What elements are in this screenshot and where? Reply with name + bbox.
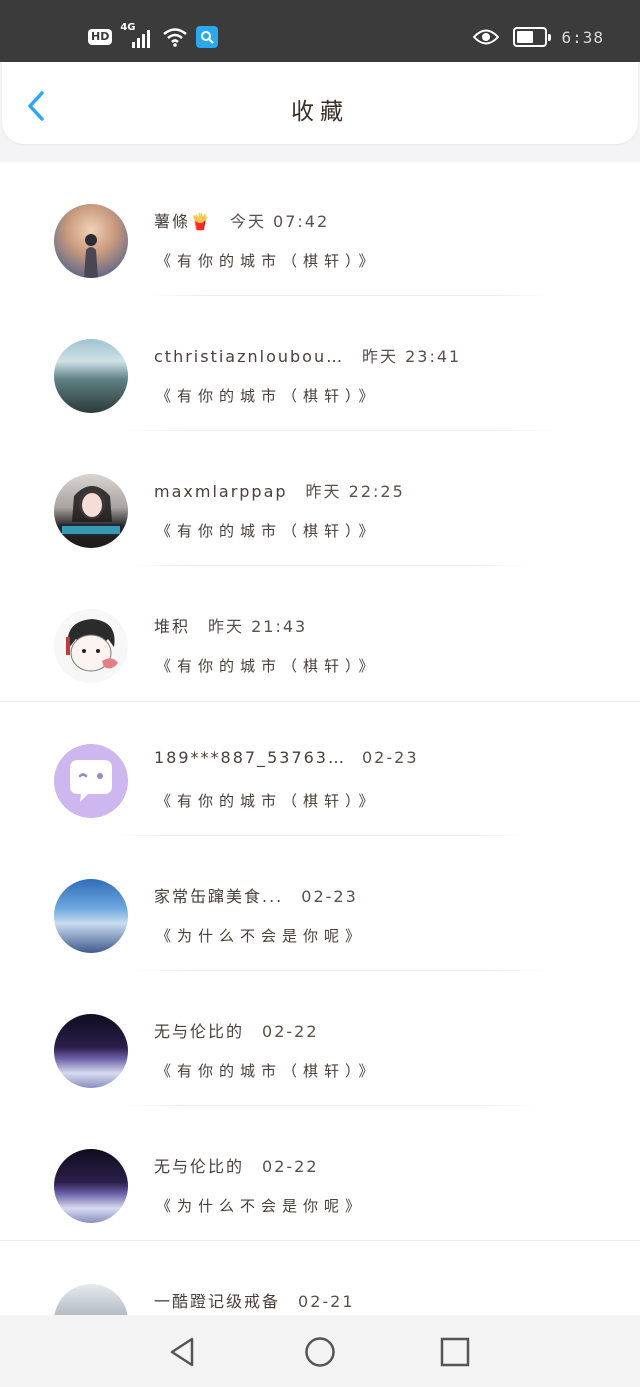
song-title[interactable]: 《为什么不会是你呢》 xyxy=(156,1195,366,1216)
avatar[interactable] xyxy=(54,609,128,683)
nav-recent-button[interactable] xyxy=(438,1335,472,1369)
timestamp: 昨天 21:43 xyxy=(208,617,308,636)
square-recent-icon xyxy=(440,1337,470,1367)
timestamp: 昨天 22:25 xyxy=(305,482,405,501)
favorites-list[interactable]: 薯條🍟 今天 07:42 《有你的城市（棋轩）》 cthristiaznloub… xyxy=(0,162,640,1315)
song-title[interactable]: 《有你的城市（棋轩）》 xyxy=(156,520,380,541)
divider xyxy=(120,430,560,431)
timestamp: 02-23 xyxy=(301,887,358,906)
battery-icon xyxy=(513,27,552,47)
user-name[interactable]: 家常缶蹿美食... xyxy=(154,883,283,907)
user-name[interactable]: 薯條🍟 xyxy=(154,208,212,232)
item-meta: cthristiaznlouboutin 昨天 23:41 xyxy=(154,343,461,367)
item-meta: 一酷蹬记级戒备 02-21 xyxy=(154,1288,355,1312)
avatar[interactable] xyxy=(54,474,128,548)
hd-badge: HD xyxy=(88,29,113,45)
timestamp: 02-23 xyxy=(362,748,419,767)
timestamp: 02-21 xyxy=(298,1292,355,1311)
timestamp: 今天 07:42 xyxy=(229,212,330,231)
system-nav-bar xyxy=(0,1315,640,1387)
status-right: 6:38 xyxy=(473,24,604,50)
list-item[interactable]: maxmlarppap 昨天 22:25 《有你的城市（棋轩）》 xyxy=(0,432,640,567)
divider xyxy=(150,295,550,296)
list-item[interactable]: cthristiaznlouboutin 昨天 23:41 《有你的城市（棋轩）… xyxy=(0,297,640,432)
section-divider xyxy=(0,1240,640,1241)
item-meta: 无与伦比的 02-22 xyxy=(154,1018,319,1042)
divider xyxy=(120,1105,540,1106)
eye-icon xyxy=(473,29,500,45)
user-name[interactable]: 无与伦比的 xyxy=(154,1153,244,1177)
song-title[interactable]: 《有你的城市（棋轩）》 xyxy=(156,385,380,406)
song-title[interactable]: 《有你的城市（棋轩）》 xyxy=(156,790,380,811)
avatar[interactable] xyxy=(54,1014,128,1088)
timestamp: 02-22 xyxy=(262,1157,319,1176)
avatar[interactable] xyxy=(54,339,128,413)
page-title: 收藏 xyxy=(291,99,349,125)
avatar[interactable] xyxy=(54,744,128,818)
nav-back-button[interactable] xyxy=(166,1335,200,1369)
item-meta: 家常缶蹿美食... 02-23 xyxy=(154,883,358,907)
list-item[interactable]: 薯條🍟 今天 07:42 《有你的城市（棋轩）》 xyxy=(0,162,640,297)
user-name[interactable]: maxmlarppap xyxy=(154,482,288,501)
item-meta: maxmlarppap 昨天 22:25 xyxy=(154,478,405,502)
item-meta: 189***887_53763... 02-23 xyxy=(154,748,419,767)
list-item[interactable]: 一酷蹬记级戒备 02-21 xyxy=(0,1242,640,1315)
wifi-icon xyxy=(163,28,188,47)
list-item[interactable]: 无与伦比的 02-22 《为什么不会是你呢》 xyxy=(0,1107,640,1242)
list-item[interactable]: 189***887_53763... 02-23 《有你的城市（棋轩）》 xyxy=(0,702,640,837)
divider xyxy=(130,565,530,566)
user-name[interactable]: 189***887_53763... xyxy=(154,748,344,767)
timestamp: 02-22 xyxy=(262,1022,319,1041)
user-name[interactable]: 一酷蹬记级戒备 xyxy=(154,1288,280,1312)
list-item[interactable]: 堆积 昨天 21:43 《有你的城市（棋轩）》 xyxy=(0,567,640,702)
list-item[interactable]: 家常缶蹿美食... 02-23 《为什么不会是你呢》 xyxy=(0,837,640,972)
item-meta: 堆积 昨天 21:43 xyxy=(154,613,307,637)
user-name[interactable]: cthristiaznlouboutin xyxy=(154,347,344,366)
divider xyxy=(110,835,530,836)
search-app-icon xyxy=(196,26,219,48)
song-title[interactable]: 《有你的城市（棋轩）》 xyxy=(156,1060,380,1081)
item-meta: 无与伦比的 02-22 xyxy=(154,1153,319,1177)
song-title[interactable]: 《有你的城市（棋轩）》 xyxy=(156,250,380,271)
triangle-back-icon xyxy=(170,1337,194,1367)
timestamp: 昨天 23:41 xyxy=(362,347,462,366)
divider xyxy=(130,970,550,971)
status-bar: HD 4G 6:38 xyxy=(0,0,640,62)
chat-bubble-icon xyxy=(70,760,112,802)
user-name[interactable]: 无与伦比的 xyxy=(154,1018,244,1042)
avatar[interactable] xyxy=(54,1149,128,1223)
avatar[interactable] xyxy=(54,1284,128,1315)
song-title[interactable]: 《有你的城市（棋轩）》 xyxy=(156,655,380,676)
circle-home-icon xyxy=(305,1337,335,1367)
item-meta: 薯條🍟 今天 07:42 xyxy=(154,208,329,232)
user-name[interactable]: 堆积 xyxy=(154,613,190,637)
list-item[interactable]: 无与伦比的 02-22 《有你的城市（棋轩）》 xyxy=(0,972,640,1107)
status-left: HD 4G xyxy=(88,22,219,52)
avatar[interactable] xyxy=(54,879,128,953)
nav-home-button[interactable] xyxy=(303,1335,337,1369)
clock: 6:38 xyxy=(561,27,604,47)
cellular-signal-icon: 4G xyxy=(120,22,154,48)
song-title[interactable]: 《为什么不会是你呢》 xyxy=(156,925,366,946)
header: 收藏 xyxy=(2,62,638,144)
avatar[interactable] xyxy=(54,204,128,278)
